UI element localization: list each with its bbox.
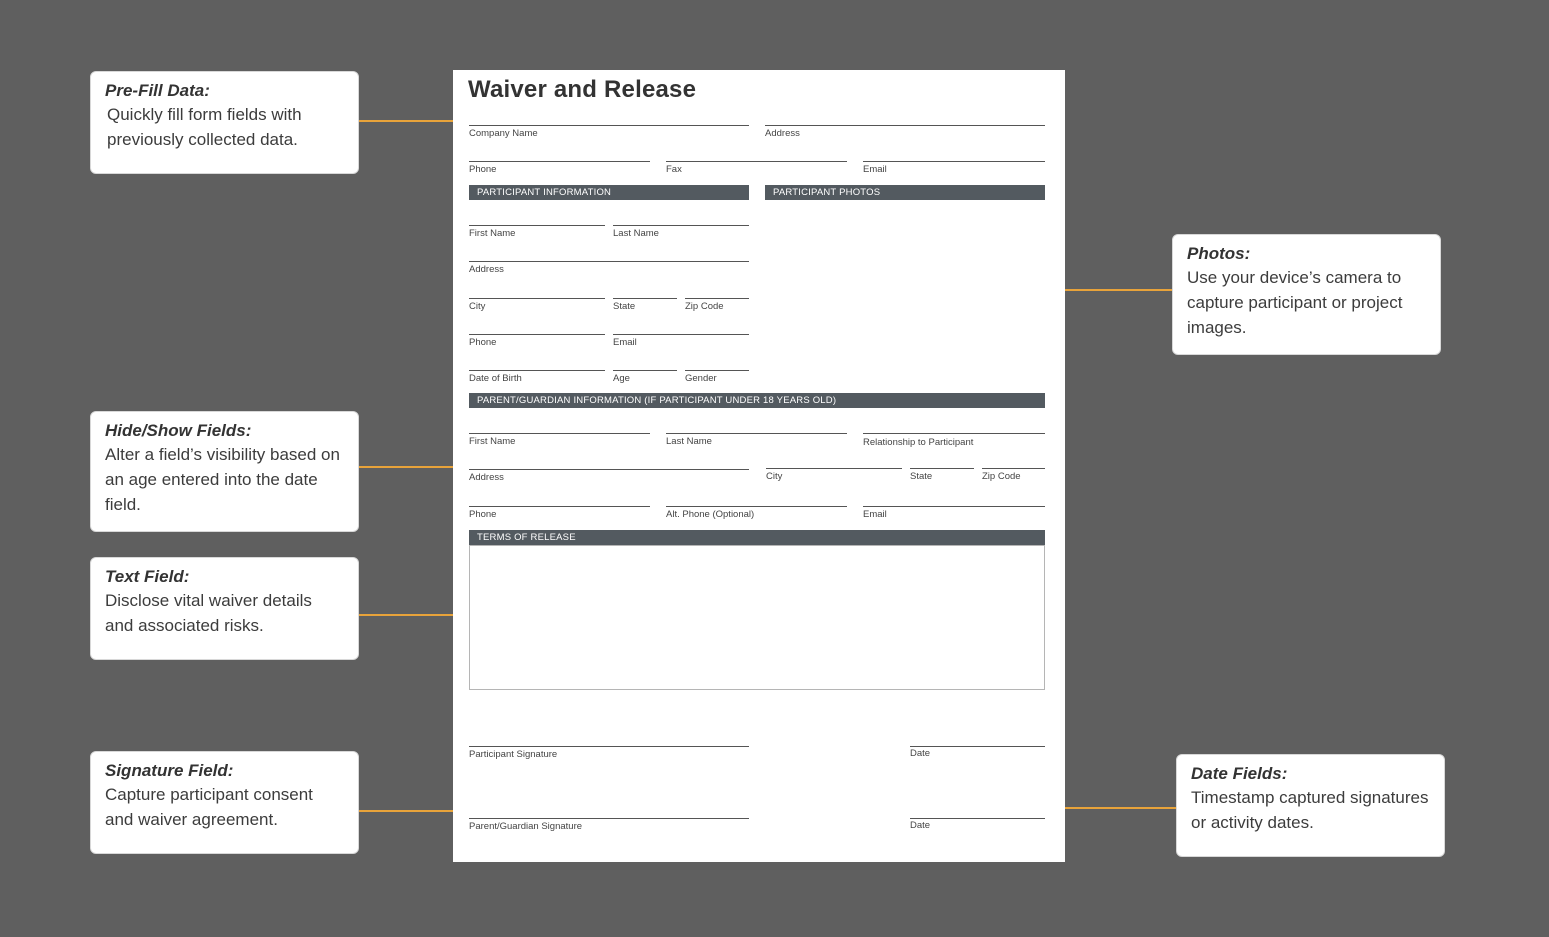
section-guardian-info: PARENT/GUARDIAN INFORMATION (IF PARTICIP…	[469, 393, 1045, 408]
guardian-city-field[interactable]: City	[766, 468, 902, 482]
guardian-email-field[interactable]: Email	[863, 506, 1045, 520]
field-label: Fax	[666, 164, 682, 175]
guardian-relationship-field[interactable]: Relationship to Participant	[863, 433, 1045, 448]
field-label: Age	[613, 373, 630, 384]
guardian-date-field[interactable]: Date	[910, 818, 1045, 831]
field-label: Last Name	[666, 436, 712, 447]
field-label: First Name	[469, 436, 516, 447]
participant-first-name-field[interactable]: First Name	[469, 225, 605, 239]
section-participant-photos: PARTICIPANT PHOTOS	[765, 185, 1045, 200]
field-label: Date	[910, 820, 931, 831]
callout-signature: Signature Field: Capture participant con…	[90, 751, 359, 854]
field-label: Company Name	[469, 128, 538, 139]
callout-title: Pre-Fill Data:	[105, 81, 210, 100]
participant-signature-field[interactable]: Participant Signature	[469, 746, 749, 760]
field-label: Participant Signature	[469, 749, 558, 760]
terms-text-area[interactable]	[469, 545, 1045, 690]
field-label: First Name	[469, 228, 516, 239]
company-name-field[interactable]: Company Name	[469, 125, 749, 139]
callout-title: Photos:	[1187, 244, 1251, 263]
field-label: Gender	[685, 373, 717, 384]
form-title: Waiver and Release	[468, 76, 697, 103]
callout-hideshow: Hide/Show Fields: Alter a field’s visibi…	[90, 411, 359, 532]
participant-age-field[interactable]: Age	[613, 370, 677, 384]
company-address-field[interactable]: Address	[765, 125, 1045, 139]
field-label: Email	[863, 164, 887, 175]
company-phone-field[interactable]: Phone	[469, 161, 650, 175]
guardian-address-field[interactable]: Address	[469, 469, 749, 483]
guardian-alt-phone-field[interactable]: Alt. Phone (Optional)	[666, 506, 847, 520]
participant-zip-field[interactable]: Zip Code	[685, 298, 749, 312]
callout-title: Text Field:	[105, 567, 190, 586]
field-label: State	[613, 301, 636, 312]
participant-date-field[interactable]: Date	[910, 746, 1045, 759]
callout-text: Capture participant consent and waiver a…	[105, 785, 313, 829]
callout-title: Date Fields:	[1191, 764, 1288, 783]
callout-text: Use your device’s camera to capture part…	[1187, 268, 1403, 337]
field-label: Phone	[469, 164, 497, 175]
guardian-signature-field[interactable]: Parent/Guardian Signature	[469, 818, 749, 832]
callout-text: Timestamp captured signatures or activit…	[1191, 788, 1429, 832]
callout-textfield: Text Field: Disclose vital waiver detail…	[90, 557, 359, 660]
field-label: Relationship to Participant	[863, 437, 974, 448]
callout-datefields: Date Fields: Timestamp captured signatur…	[1176, 754, 1445, 857]
callout-text: Quickly fill form fields with previously…	[107, 105, 302, 149]
section-terms: TERMS OF RELEASE	[469, 530, 1045, 545]
participant-last-name-field[interactable]: Last Name	[613, 225, 749, 239]
field-label: Email	[613, 337, 637, 348]
field-label: Date	[910, 748, 931, 759]
field-label: Zip Code	[685, 301, 724, 312]
field-label: Parent/Guardian Signature	[469, 821, 583, 832]
field-label: Zip Code	[982, 471, 1021, 482]
participant-address-field[interactable]: Address	[469, 261, 749, 275]
guardian-last-name-field[interactable]: Last Name	[666, 433, 847, 447]
field-label: Phone	[469, 509, 497, 520]
callout-text: Disclose vital waiver details and associ…	[105, 591, 312, 635]
field-label: Date of Birth	[469, 373, 522, 384]
section-participant-info: PARTICIPANT INFORMATION	[469, 185, 749, 200]
participant-state-field[interactable]: State	[613, 298, 677, 312]
callout-photos: Photos: Use your device’s camera to capt…	[1172, 234, 1441, 355]
field-label: City	[469, 301, 486, 312]
field-label: Phone	[469, 337, 497, 348]
callout-title: Signature Field:	[105, 761, 234, 780]
waiver-form-page: Waiver and Release Company Name Address …	[453, 70, 1065, 862]
participant-email-field[interactable]: Email	[613, 334, 749, 348]
participant-gender-field[interactable]: Gender	[685, 370, 749, 384]
field-label: Email	[863, 509, 887, 520]
guardian-state-field[interactable]: State	[910, 468, 974, 482]
field-label: Alt. Phone (Optional)	[666, 509, 755, 520]
callout-title: Hide/Show Fields:	[105, 421, 252, 440]
callout-text: Alter a field’s visibility based on an a…	[105, 445, 340, 514]
field-label: City	[766, 471, 783, 482]
field-label: Address	[469, 472, 504, 483]
participant-dob-field[interactable]: Date of Birth	[469, 370, 605, 384]
field-label: Address	[765, 128, 800, 139]
field-label: Address	[469, 264, 504, 275]
guardian-first-name-field[interactable]: First Name	[469, 433, 650, 447]
participant-phone-field[interactable]: Phone	[469, 334, 605, 348]
participant-city-field[interactable]: City	[469, 298, 605, 312]
company-email-field[interactable]: Email	[863, 161, 1045, 175]
field-label: State	[910, 471, 933, 482]
field-label: Last Name	[613, 228, 659, 239]
company-fax-field[interactable]: Fax	[666, 161, 847, 175]
callout-prefill: Pre-Fill Data: Quickly fill form fields …	[90, 71, 359, 174]
guardian-phone-field[interactable]: Phone	[469, 506, 650, 520]
guardian-zip-field[interactable]: Zip Code	[982, 468, 1045, 482]
